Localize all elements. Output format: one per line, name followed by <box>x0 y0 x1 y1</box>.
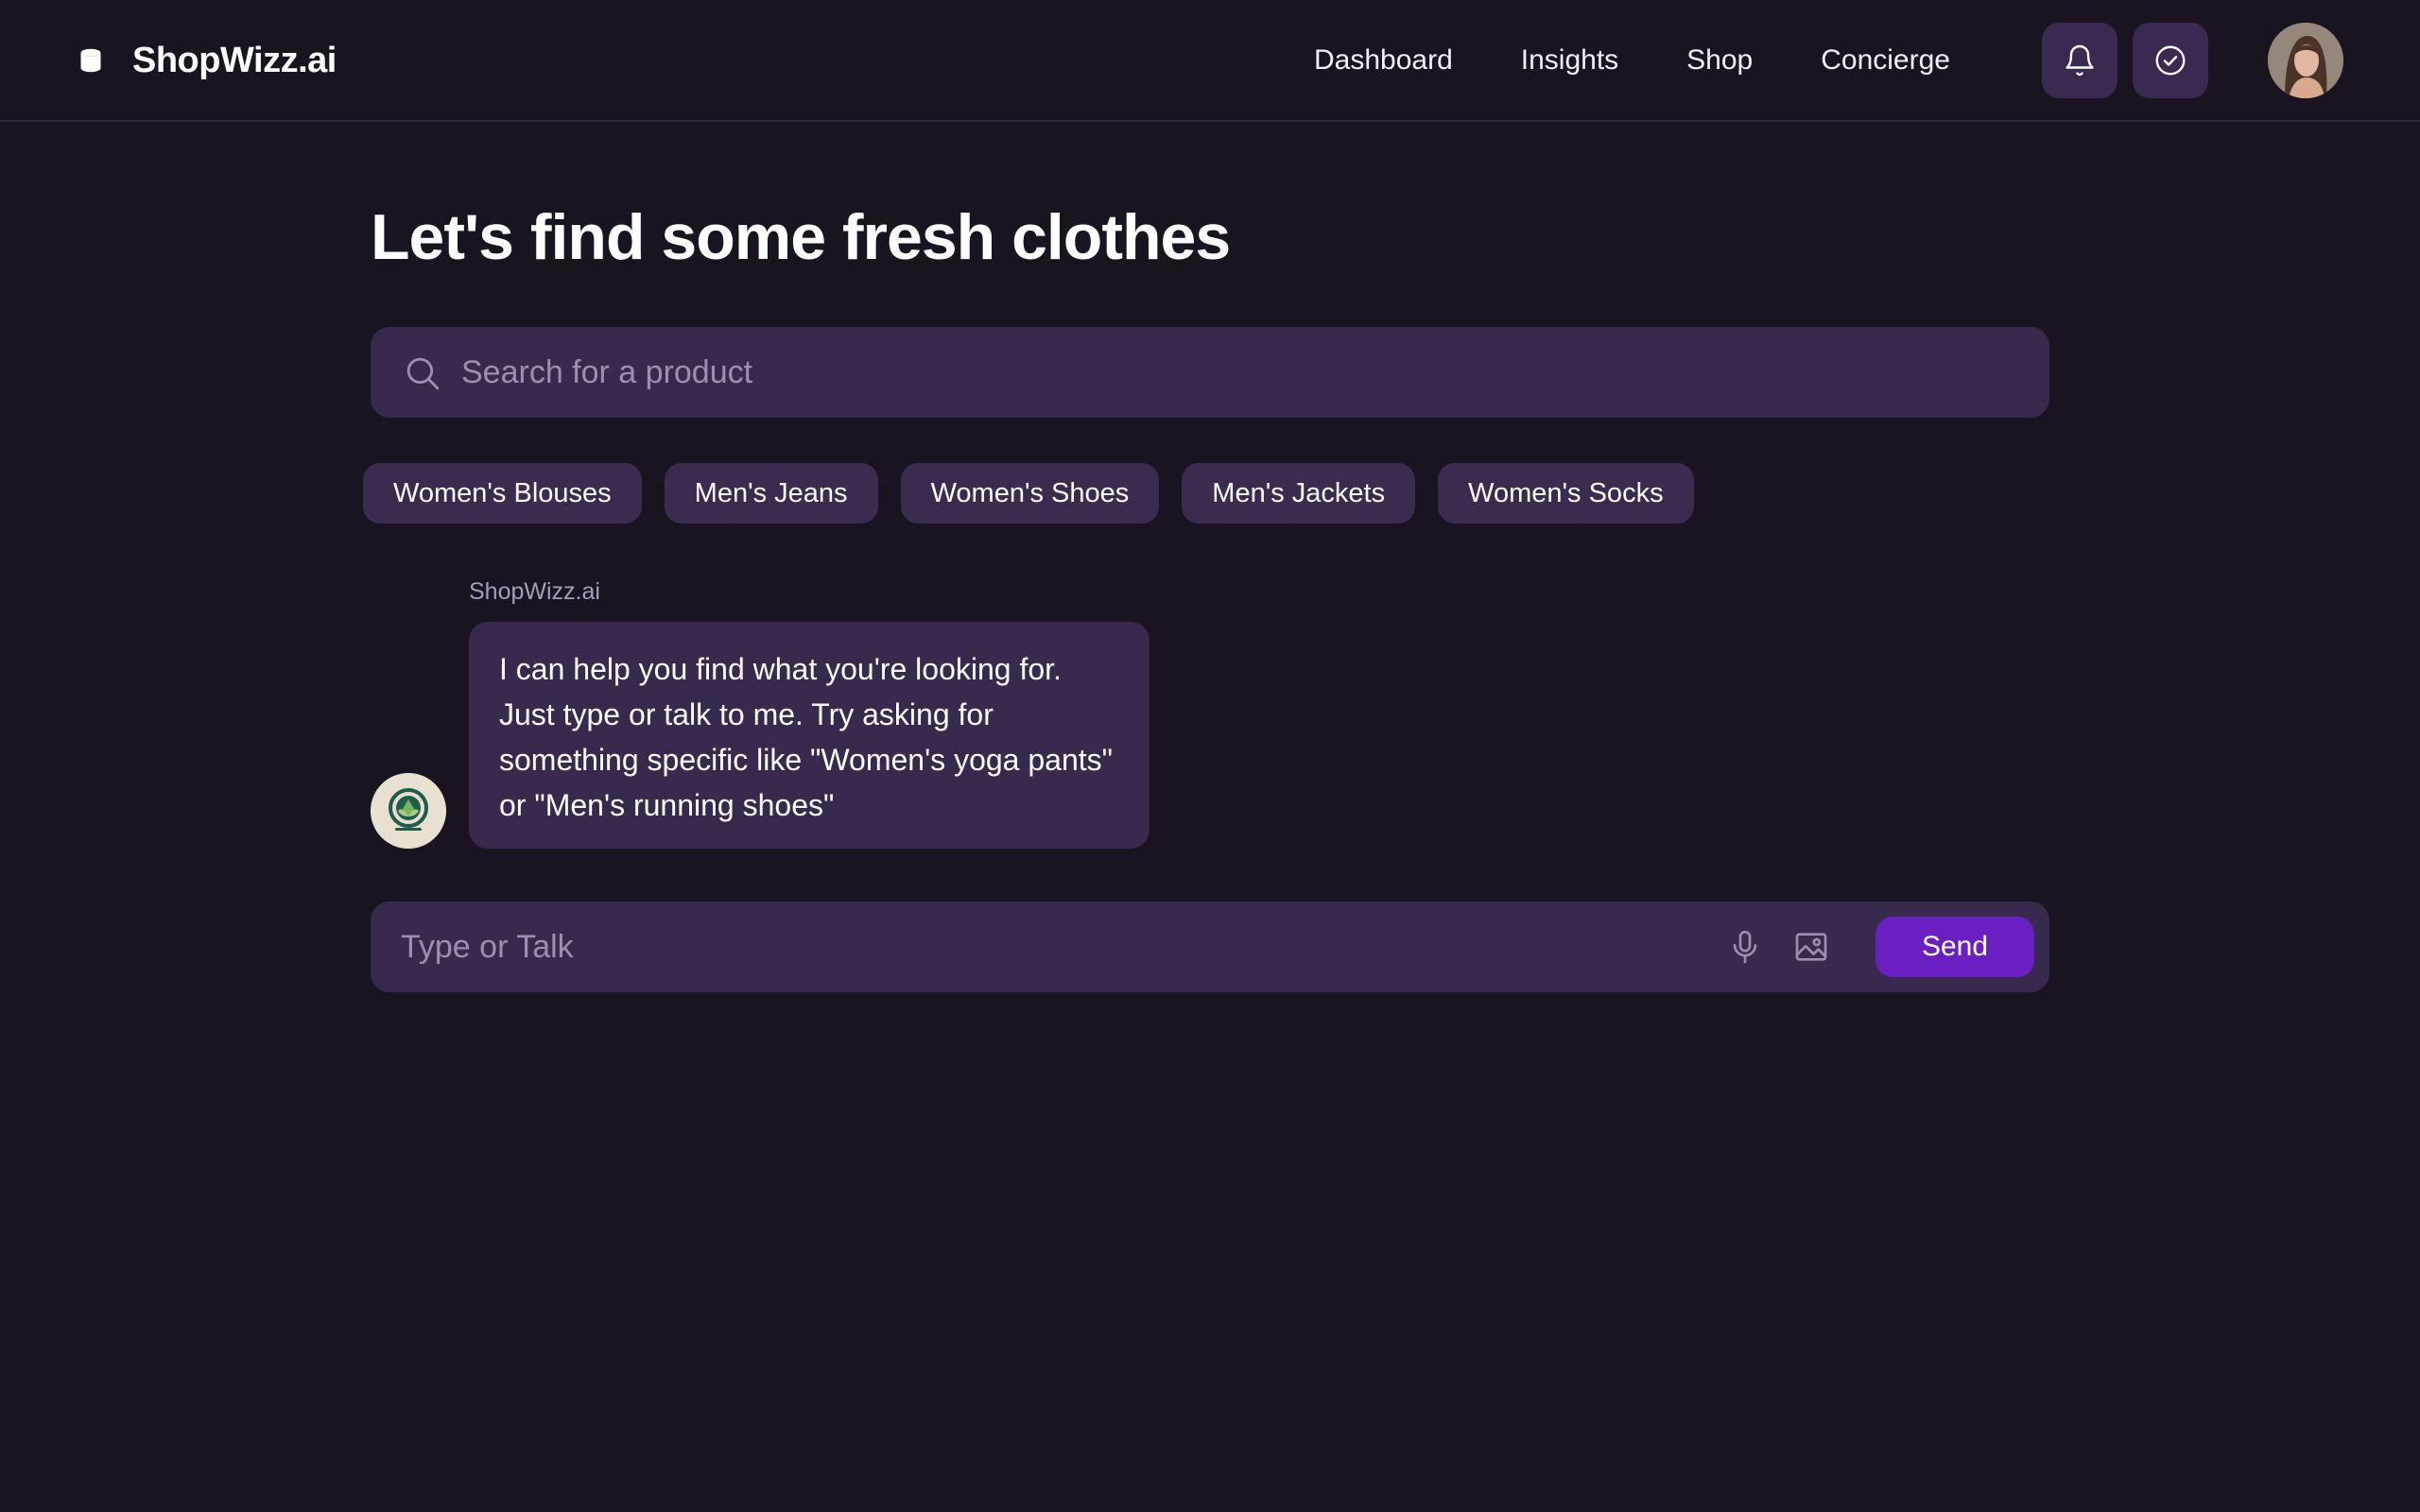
search-input[interactable] <box>461 327 2012 418</box>
top-navbar: ShopWizz.ai Dashboard Insights Shop Conc… <box>0 0 2420 122</box>
notifications-button[interactable] <box>2042 23 2118 98</box>
bot-avatar <box>371 773 446 849</box>
brand-name: ShopWizz.ai <box>132 40 337 80</box>
brand[interactable]: ShopWizz.ai <box>78 34 337 87</box>
search-icon <box>406 357 440 390</box>
suggestion-chips: Women's Blouses Men's Jeans Women's Shoe… <box>363 463 1694 524</box>
chip-womens-socks[interactable]: Women's Socks <box>1438 463 1694 524</box>
send-button[interactable]: Send <box>1876 917 2034 977</box>
bell-icon <box>2066 44 2094 77</box>
check-circle-icon <box>2155 45 2186 76</box>
nav-concierge[interactable]: Concierge <box>1821 44 1950 77</box>
chip-womens-blouses[interactable]: Women's Blouses <box>363 463 642 524</box>
chat-input-bar: Send <box>371 902 2049 992</box>
bot-logo-icon <box>371 773 446 849</box>
chip-mens-jeans[interactable]: Men's Jeans <box>664 463 878 524</box>
chat-input[interactable] <box>401 902 1705 992</box>
search-bar <box>371 327 2049 418</box>
image-upload-icon[interactable] <box>1792 928 1830 966</box>
chip-womens-shoes[interactable]: Women's Shoes <box>900 463 1160 524</box>
microphone-icon[interactable] <box>1726 928 1764 966</box>
nav-insights[interactable]: Insights <box>1521 44 1618 77</box>
main-nav: Dashboard Insights Shop Concierge <box>1314 34 1950 87</box>
tasks-button[interactable] <box>2133 23 2208 98</box>
nav-shop[interactable]: Shop <box>1686 44 1753 77</box>
chip-mens-jackets[interactable]: Men's Jackets <box>1182 463 1416 524</box>
message-sender-name: ShopWizz.ai <box>469 578 600 605</box>
user-avatar[interactable] <box>2268 23 2343 98</box>
database-icon <box>80 48 101 73</box>
assistant-message-bubble: I can help you find what you're looking … <box>469 622 1150 849</box>
nav-dashboard[interactable]: Dashboard <box>1314 44 1453 77</box>
avatar-portrait <box>2268 23 2343 98</box>
page-title: Let's find some fresh clothes <box>371 201 1231 273</box>
